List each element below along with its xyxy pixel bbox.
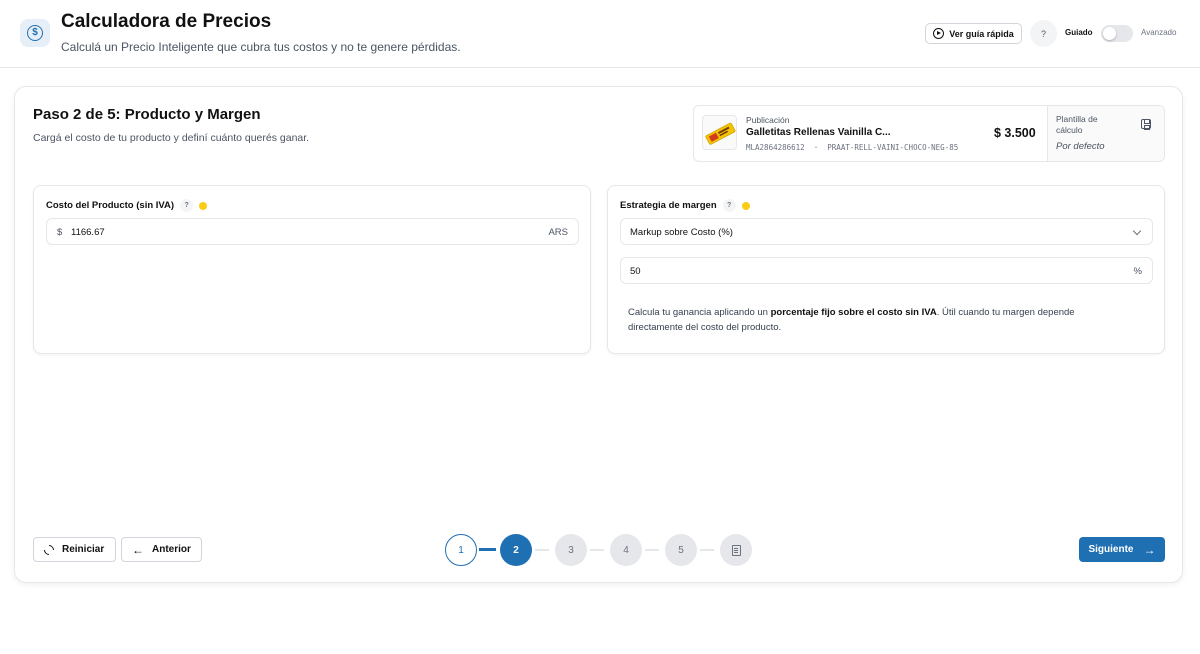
- strategy-value: Markup sobre Costo (%): [630, 227, 733, 238]
- step-4[interactable]: 4: [610, 534, 642, 566]
- separator: ·: [813, 143, 819, 152]
- currency-prefix: $: [57, 227, 63, 238]
- margin-input[interactable]: 50 %: [620, 257, 1153, 284]
- arrow-left-icon: ←: [132, 542, 144, 557]
- margin-panel: Estrategia de margen ? Markup sobre Cost…: [607, 185, 1165, 354]
- arrow-right-icon: →: [1143, 542, 1156, 557]
- mode-guided-label: Guiado: [1065, 28, 1093, 37]
- step-subtitle: Cargá el costo de tu producto y definí c…: [33, 132, 310, 144]
- step-connector: [535, 549, 549, 551]
- chevron-down-icon: [1132, 226, 1142, 236]
- document-icon: [731, 544, 741, 556]
- toggle-knob: [1103, 27, 1116, 40]
- cost-input[interactable]: $ 1166.67 ARS: [46, 218, 579, 245]
- cost-label-text: Costo del Producto (sin IVA): [46, 200, 175, 211]
- step-title: Paso 2 de 5: Producto y Margen: [33, 106, 261, 123]
- margin-label: Estrategia de margen ?: [620, 199, 750, 212]
- page-subtitle: Calculá un Precio Inteligente que cubra …: [61, 40, 461, 54]
- publication-label: Publicación: [746, 115, 790, 125]
- cost-label: Costo del Producto (sin IVA) ?: [46, 199, 208, 212]
- strategy-select[interactable]: Markup sobre Costo (%): [620, 218, 1153, 245]
- strategy-description: Calcula tu ganancia aplicando un porcent…: [628, 305, 1128, 335]
- publication-name: Galletitas Rellenas Vainilla C...: [746, 127, 891, 138]
- next-label: Siguiente: [1088, 544, 1134, 555]
- publication-sku: PRAAT-RELL-VAINI-CHOCO-NEG-85: [827, 143, 959, 152]
- publication-price: $ 3.500: [994, 126, 1036, 140]
- percent-suffix: %: [1133, 266, 1142, 277]
- desc-bold: porcentaje fijo sobre el costo sin IVA: [770, 307, 937, 318]
- refresh-icon: [41, 542, 57, 557]
- publication-card: Publicación Galletitas Rellenas Vainilla…: [693, 105, 1165, 162]
- quick-guide-button[interactable]: Ver guía rápida: [925, 23, 1022, 44]
- save-icon[interactable]: [1141, 119, 1151, 130]
- reset-button[interactable]: Reiniciar: [33, 537, 116, 562]
- step-connector: [645, 549, 659, 551]
- help-button[interactable]: ?: [1030, 20, 1057, 47]
- mode-advanced-label: Avanzado: [1141, 28, 1177, 37]
- step-3[interactable]: 3: [555, 534, 587, 566]
- margin-label-text: Estrategia de margen: [620, 200, 717, 211]
- reset-label: Reiniciar: [62, 544, 105, 555]
- publication-code: MLA2864286612 · PRAAT-RELL-VAINI-CHOCO-N…: [746, 143, 958, 152]
- template-selector[interactable]: Plantilla de cálculo Por defecto: [1048, 106, 1164, 161]
- next-button[interactable]: Siguiente →: [1079, 537, 1165, 562]
- margin-value: 50: [630, 266, 641, 277]
- wizard-card: Paso 2 de 5: Producto y Margen Cargá el …: [14, 86, 1183, 583]
- step-1[interactable]: 1: [445, 534, 477, 566]
- app-header: $ Calculadora de Precios Calculá un Prec…: [0, 0, 1200, 68]
- page-title: Calculadora de Precios: [61, 11, 272, 32]
- step-5[interactable]: 5: [665, 534, 697, 566]
- currency-suffix: ARS: [548, 227, 568, 238]
- template-label: Plantilla de cálculo: [1056, 114, 1098, 135]
- cost-panel: Costo del Producto (sin IVA) ? $ 1166.67…: [33, 185, 591, 354]
- step-indicator: 1 2 3 4 5: [445, 534, 755, 566]
- help-icon[interactable]: ?: [180, 199, 194, 212]
- step-summary[interactable]: [720, 534, 752, 566]
- previous-label: Anterior: [152, 544, 191, 555]
- step-connector: [479, 548, 496, 551]
- product-thumbnail: [702, 115, 737, 150]
- cost-value: 1166.67: [71, 227, 105, 238]
- step-connector: [590, 549, 604, 551]
- publication-id: MLA2864286612: [746, 143, 805, 152]
- status-dot: [741, 201, 750, 210]
- dollar-coin-icon: $: [20, 19, 50, 47]
- play-circle-icon: [933, 28, 945, 39]
- step-connector: [700, 549, 714, 551]
- template-value: Por defecto: [1056, 141, 1105, 152]
- desc-text: Calcula tu ganancia aplicando un: [628, 307, 771, 318]
- previous-button[interactable]: ← Anterior: [121, 537, 202, 562]
- status-dot: [199, 201, 208, 210]
- mode-toggle[interactable]: [1101, 25, 1133, 42]
- step-2[interactable]: 2: [500, 534, 532, 566]
- help-icon[interactable]: ?: [722, 199, 736, 212]
- quick-guide-label: Ver guía rápida: [949, 28, 1014, 39]
